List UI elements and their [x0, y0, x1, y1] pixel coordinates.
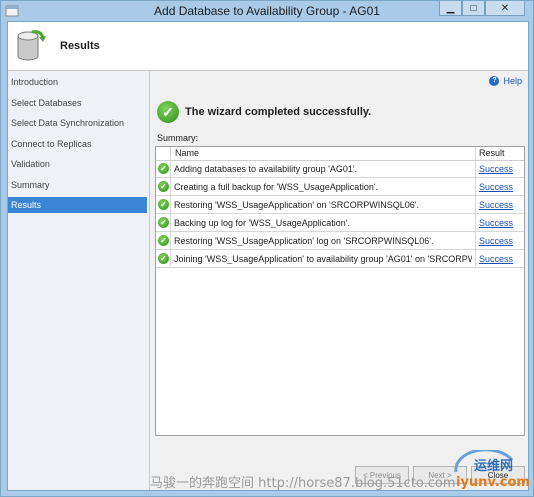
row-result-link[interactable]: Success — [479, 164, 513, 174]
help-label: Help — [503, 76, 522, 86]
row-result-link[interactable]: Success — [479, 182, 513, 192]
grid-header: Name Result — [156, 147, 524, 161]
success-check-icon: ✓ — [158, 253, 169, 264]
watermark-text: 马骏一的奔跑空间 http://horse87.blog.51cto.com — [150, 476, 456, 491]
nav-item-select-databases[interactable]: Select Databases — [8, 95, 147, 111]
nav-item-validation[interactable]: Validation — [8, 156, 147, 172]
success-check-icon: ✓ — [157, 101, 179, 123]
summary-grid[interactable]: Name Result ✓ Adding databases to availa… — [155, 146, 525, 436]
title-bar[interactable]: Add Database to Availability Group - AG0… — [1, 1, 533, 21]
wizard-client-area: Results Introduction Select Databases Se… — [7, 21, 529, 491]
row-name: Adding databases to availability group '… — [174, 164, 358, 174]
nav-item-results[interactable]: Results — [8, 197, 147, 213]
nav-item-select-data-synchronization[interactable]: Select Data Synchronization — [8, 115, 147, 131]
help-link[interactable]: ? Help — [489, 76, 522, 86]
row-result-link[interactable]: Success — [479, 200, 513, 210]
success-check-icon: ✓ — [158, 199, 169, 210]
success-banner: ✓ The wizard completed successfully. — [157, 101, 371, 123]
page-header: Results — [8, 22, 528, 71]
table-row[interactable]: ✓ Adding databases to availability group… — [156, 160, 524, 178]
database-add-icon — [17, 30, 46, 61]
main-panel: ? Help ✓ The wizard completed successful… — [150, 71, 528, 490]
column-header-result[interactable]: Result — [479, 148, 505, 158]
table-row[interactable]: ✓ Joining 'WSS_UsageApplication' to avai… — [156, 250, 524, 268]
table-row[interactable]: ✓ Restoring 'WSS_UsageApplication' log o… — [156, 232, 524, 250]
minimize-button[interactable]: ▁ — [439, 1, 462, 16]
row-result-link[interactable]: Success — [479, 254, 513, 264]
close-window-button[interactable]: ✕ — [485, 1, 525, 16]
column-header-name[interactable]: Name — [175, 148, 199, 158]
row-result-link[interactable]: Success — [479, 218, 513, 228]
summary-label: Summary: — [157, 133, 199, 143]
success-check-icon: ✓ — [158, 235, 169, 246]
row-name: Joining 'WSS_UsageApplication' to availa… — [174, 254, 472, 264]
nav-item-summary[interactable]: Summary — [8, 177, 147, 193]
table-row[interactable]: ✓ Backing up log for 'WSS_UsageApplicati… — [156, 214, 524, 232]
success-check-icon: ✓ — [158, 181, 169, 192]
success-check-icon: ✓ — [158, 217, 169, 228]
row-name: Restoring 'WSS_UsageApplication' log on … — [174, 236, 434, 246]
nav-item-introduction[interactable]: Introduction — [8, 74, 147, 90]
row-name: Restoring 'WSS_UsageApplication' on 'SRC… — [174, 200, 419, 210]
success-check-icon: ✓ — [158, 163, 169, 174]
row-name: Creating a full backup for 'WSS_UsageApp… — [174, 182, 379, 192]
table-row[interactable]: ✓ Creating a full backup for 'WSS_UsageA… — [156, 178, 524, 196]
wizard-window: Add Database to Availability Group - AG0… — [0, 0, 534, 497]
svg-text:运维网: 运维网 — [474, 458, 513, 474]
svg-text:iyunv.com: iyunv.com — [456, 475, 530, 490]
status-message: The wizard completed successfully. — [185, 106, 372, 118]
row-name: Backing up log for 'WSS_UsageApplication… — [174, 218, 351, 228]
row-result-link[interactable]: Success — [479, 236, 513, 246]
maximize-button[interactable]: □ — [462, 1, 485, 16]
wizard-nav: Introduction Select Databases Select Dat… — [8, 71, 150, 490]
help-icon: ? — [489, 76, 500, 86]
site-logo: 运维网 iyunv.com — [454, 450, 530, 490]
table-row[interactable]: ✓ Restoring 'WSS_UsageApplication' on 'S… — [156, 196, 524, 214]
page-title: Results — [60, 40, 100, 52]
nav-item-connect-to-replicas[interactable]: Connect to Replicas — [8, 136, 147, 152]
